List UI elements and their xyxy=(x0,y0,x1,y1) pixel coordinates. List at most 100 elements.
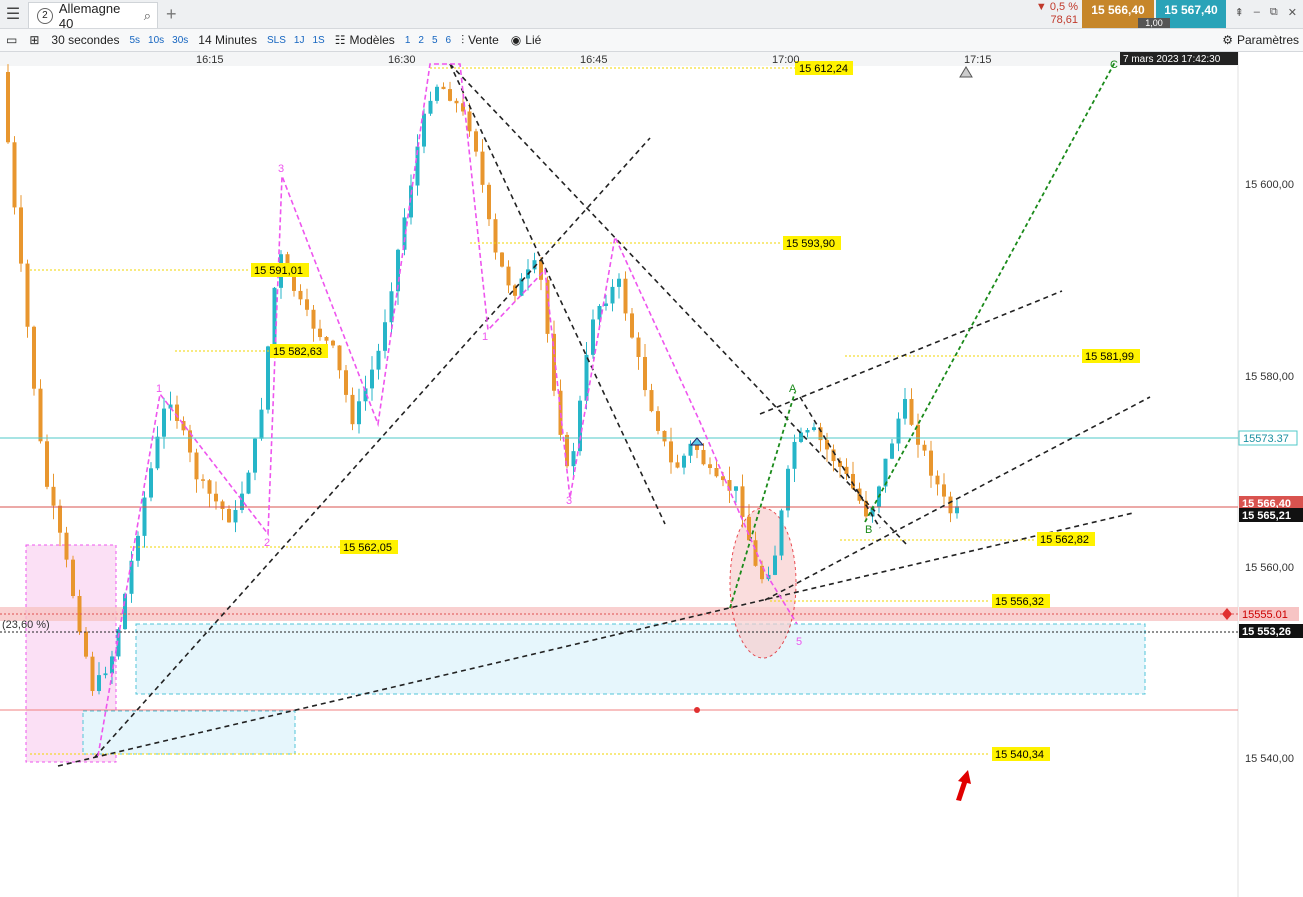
candle-body xyxy=(376,350,381,370)
candle-body xyxy=(734,486,738,491)
candle-body xyxy=(441,86,446,90)
candle-body xyxy=(175,404,179,421)
dotted-price-value: 15 553,26 xyxy=(1242,626,1291,638)
tab-allemagne-40[interactable]: 2 Allemagne 40 ⌕ xyxy=(28,1,158,31)
sell-toggle[interactable]: ⫶ Vente xyxy=(455,33,505,48)
red-arrow-icon xyxy=(956,770,971,801)
candle-body xyxy=(662,430,667,442)
range-1s[interactable]: 1S xyxy=(308,35,328,46)
candle-body xyxy=(357,401,361,425)
candle-body xyxy=(298,290,303,300)
close-icon[interactable]: ✕ xyxy=(1288,6,1297,19)
change-percent: ▼ 0,5 % xyxy=(1035,1,1078,13)
wave-label-a: A xyxy=(789,383,797,395)
price-chart[interactable]: 1 2 3 1 3 5 A B C 15 612,24 15 593,90 15… xyxy=(0,52,1303,897)
interval-10s[interactable]: 10s xyxy=(144,35,168,46)
range-1j[interactable]: 1J xyxy=(290,35,309,46)
wave-label-1b: 1 xyxy=(482,331,488,343)
hamburger-icon[interactable]: ☰ xyxy=(0,0,26,28)
candle-body xyxy=(318,328,322,338)
candle-body xyxy=(201,479,205,481)
model-2[interactable]: 2 xyxy=(414,35,428,46)
candle-body xyxy=(240,493,244,510)
interval-30s[interactable]: 30s xyxy=(168,35,192,46)
candle-body xyxy=(584,354,589,401)
candle-body xyxy=(604,303,608,306)
candle-body xyxy=(474,131,478,152)
candle-body xyxy=(610,286,615,304)
candles-layer xyxy=(6,64,959,696)
black-price-value: 15 565,21 xyxy=(1242,510,1291,522)
grid-icon[interactable]: ⊞ xyxy=(23,33,45,47)
candle-body xyxy=(51,486,56,506)
candle-body xyxy=(90,656,95,692)
wave-label-3b: 3 xyxy=(566,495,572,507)
candle-body xyxy=(305,299,309,310)
candle-body xyxy=(591,319,595,355)
candle-body xyxy=(220,501,225,509)
add-tab-button[interactable]: + xyxy=(166,4,177,25)
candle-body xyxy=(253,438,257,473)
candle-body xyxy=(64,532,69,560)
layout-icon[interactable]: ▭ xyxy=(0,33,23,47)
candle-body xyxy=(682,455,686,468)
popout-icon[interactable]: ⧉ xyxy=(1270,6,1278,19)
search-icon[interactable]: ⌕ xyxy=(144,8,151,24)
candle-body xyxy=(896,418,901,444)
linked-toggle[interactable]: ◉ Lié xyxy=(505,33,548,47)
candle-body xyxy=(506,266,511,286)
wave-label-c: C xyxy=(1110,59,1118,71)
candle-body xyxy=(370,369,374,389)
cyan-price-value: 15573.37 xyxy=(1243,433,1289,445)
range-sls[interactable]: SLS xyxy=(263,35,290,46)
candle-body xyxy=(929,450,933,476)
model-6[interactable]: 6 xyxy=(442,35,456,46)
candle-body xyxy=(617,278,621,287)
level-15562-05: 15 562,05 xyxy=(343,542,392,554)
pin-icon[interactable]: ⇞ xyxy=(1235,6,1244,19)
settings-button[interactable]: ⚙ Paramètres xyxy=(1222,29,1299,51)
candle-body xyxy=(688,443,693,456)
candle-body xyxy=(207,480,212,494)
candle-body xyxy=(84,631,88,657)
cyan-zone xyxy=(135,623,1146,695)
candle-body xyxy=(643,356,647,391)
alert-marker-icon[interactable] xyxy=(689,437,705,446)
range-select[interactable]: 14 Minutes xyxy=(192,33,263,47)
models-button[interactable]: ☷ Modèles xyxy=(329,33,401,47)
candle-body xyxy=(214,493,218,502)
interval-select[interactable]: 30 secondes xyxy=(45,33,125,47)
candle-body xyxy=(428,100,433,114)
candle-body xyxy=(493,219,498,253)
candle-body xyxy=(136,535,140,561)
minimize-icon[interactable]: – xyxy=(1254,6,1260,19)
model-5[interactable]: 5 xyxy=(428,35,442,46)
candle-body xyxy=(747,516,751,541)
candle-body xyxy=(311,309,316,329)
time-cursor-icon[interactable] xyxy=(959,66,973,78)
candle-body xyxy=(851,473,855,489)
candle-body xyxy=(708,464,712,469)
candle-body xyxy=(454,100,459,104)
candle-body xyxy=(266,346,270,410)
candle-body xyxy=(45,441,49,487)
candle-body xyxy=(630,313,634,338)
candle-body xyxy=(500,252,504,267)
window-controls: ⇞ – ⧉ ✕ xyxy=(1235,6,1297,19)
linked-label: Lié xyxy=(525,33,542,47)
model-1[interactable]: 1 xyxy=(401,35,415,46)
candle-body xyxy=(487,184,491,220)
candle-body xyxy=(636,337,641,357)
wave-label-1: 1 xyxy=(156,383,162,395)
candle-body xyxy=(142,497,147,536)
interval-5s[interactable]: 5s xyxy=(125,35,144,46)
candle-body xyxy=(97,675,101,692)
candle-body xyxy=(12,142,17,208)
level-15556: 15 556,32 xyxy=(995,596,1044,608)
candle-body xyxy=(656,411,660,431)
time-axis-bg xyxy=(0,52,1238,66)
sell-label: Vente xyxy=(468,33,499,47)
candle-body xyxy=(344,370,348,395)
candle-body xyxy=(123,593,127,630)
candle-body xyxy=(350,394,355,425)
